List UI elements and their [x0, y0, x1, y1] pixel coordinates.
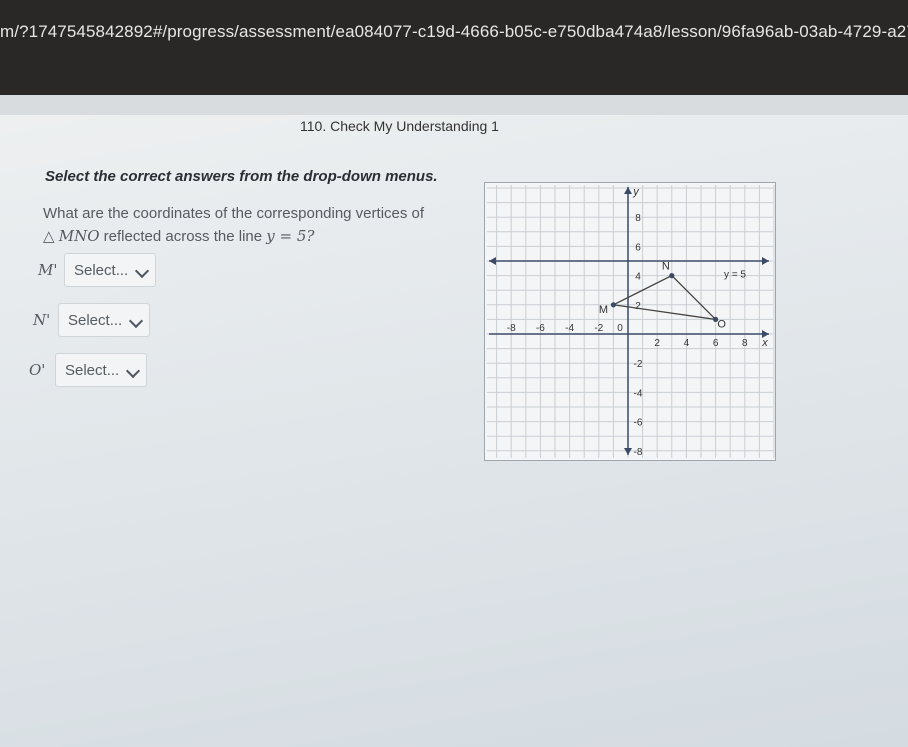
vertex-label-o: O: [717, 318, 726, 330]
o-prime-select-text: Select...: [65, 362, 120, 379]
x-tick-label: 0: [617, 323, 623, 334]
x-tick-label: 6: [713, 338, 719, 349]
x-axis-label: x: [761, 337, 768, 349]
y-tick-label: 8: [635, 213, 641, 224]
m-prime-select[interactable]: Select...: [64, 253, 156, 287]
question-line-1: What are the coordinates of the correspo…: [43, 205, 425, 222]
vertex-point-n: [669, 273, 675, 279]
n-prime-select-text: Select...: [68, 312, 123, 329]
y-tick-label: -2: [634, 359, 643, 370]
answer-label-o: O': [29, 361, 46, 379]
instructions-text: Select the correct answers from the drop…: [45, 168, 438, 185]
vertex-point-m: [610, 302, 616, 308]
m-prime-select-text: Select...: [74, 262, 129, 279]
triangle-symbol: △: [43, 228, 55, 245]
triangle-name: MNO: [58, 227, 100, 245]
reflection-line-arrow-left-icon: [489, 257, 496, 265]
question-line-2: △ MNO reflected across the line y = 5?: [43, 225, 463, 248]
o-prime-select[interactable]: Select...: [55, 353, 147, 387]
answer-label-m: M': [38, 261, 58, 279]
y-tick-label: -8: [634, 447, 643, 458]
x-tick-label: -2: [594, 323, 603, 334]
x-tick-label: 4: [684, 338, 690, 349]
y-tick-label: 2: [635, 301, 641, 312]
chevron-down-icon: [128, 313, 144, 329]
vertex-label-m: M: [599, 304, 608, 316]
x-tick-label: 2: [654, 338, 660, 349]
coordinate-graph: -8 -6 -4 -2 0 2 4 6 8 8 6 4 2 -2 -4 -6 -8 x y y = 5MNO: [484, 182, 776, 461]
question-line-2-mid: reflected across the line: [99, 228, 267, 245]
x-tick-label: -8: [507, 323, 516, 334]
browser-address-bar: m/?1747545842892#/progress/assessment/ea…: [0, 0, 908, 95]
n-prime-select[interactable]: Select...: [58, 303, 150, 337]
vertex-label-n: N: [662, 261, 670, 273]
y-tick-label: 6: [635, 242, 641, 253]
url-text[interactable]: m/?1747545842892#/progress/assessment/ea…: [0, 22, 908, 42]
question-text: What are the coordinates of the correspo…: [43, 203, 463, 248]
reflection-line-arrow-right-icon: [762, 257, 769, 265]
reflection-line-equation: y = 5?: [266, 227, 315, 245]
graph-svg: -8 -6 -4 -2 02 4 6 88642-2-4-6-8xyy = 5MNO: [487, 185, 775, 458]
chevron-down-icon: [125, 363, 141, 379]
x-tick-label: 8: [742, 338, 748, 349]
header-strip: [0, 95, 908, 115]
y-tick-label: 4: [635, 272, 641, 283]
x-tick-label: -4: [565, 323, 574, 334]
y-tick-label: -4: [634, 388, 643, 399]
y-tick-label: -6: [634, 418, 643, 429]
x-tick-label: -6: [536, 323, 545, 334]
lesson-title: 110. Check My Understanding 1: [300, 118, 499, 134]
answer-label-n: N': [33, 311, 51, 329]
assessment-page: 110. Check My Understanding 1 Select the…: [0, 95, 908, 747]
reflection-line-label: y = 5: [724, 270, 746, 281]
y-axis-arrow-down-icon: [624, 448, 632, 455]
chevron-down-icon: [134, 263, 150, 279]
